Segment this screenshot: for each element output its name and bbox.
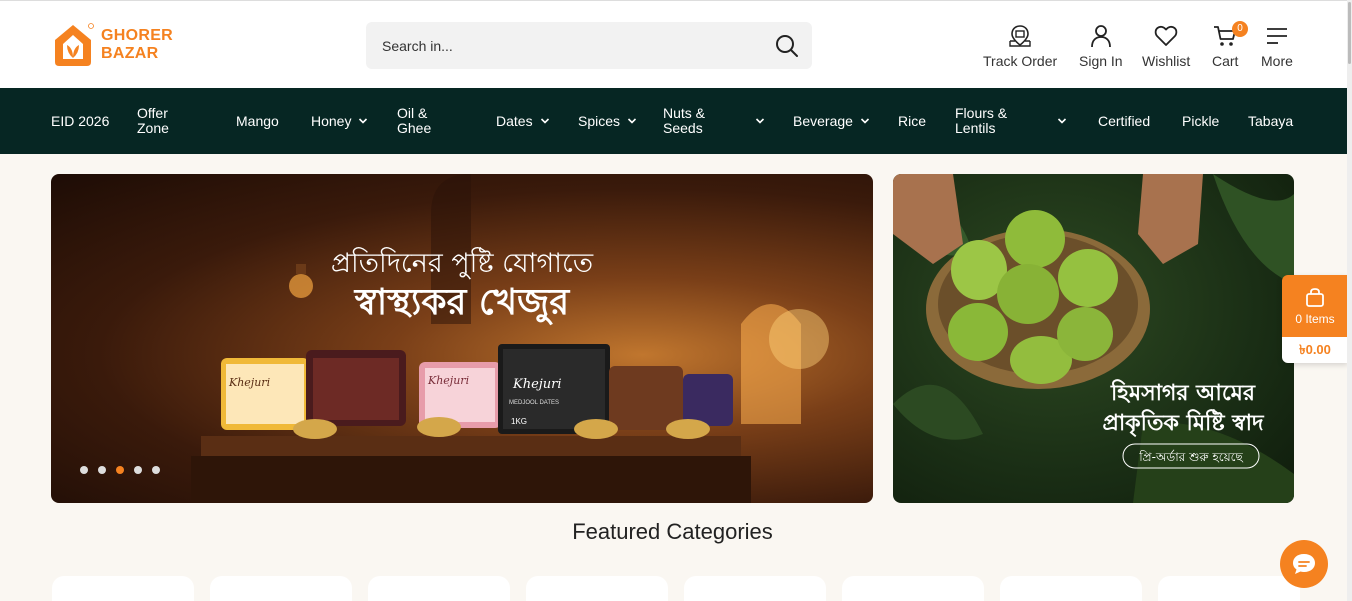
track-order-button[interactable]: Track Order (983, 23, 1057, 69)
nav-item-pickle[interactable]: Pickle (1182, 88, 1219, 154)
shopping-bag-icon (1306, 287, 1324, 307)
mango-basket-image: হিমসাগর আমের প্রাকৃতিক মিষ্টি স্বাদ প্রি… (893, 174, 1294, 503)
hero-headline-2: স্বাস্থ্যকর খেজুর (353, 282, 571, 325)
chevron-down-icon (540, 118, 549, 124)
sign-in-label: Sign In (1079, 53, 1123, 69)
more-button[interactable]: More (1261, 23, 1293, 69)
site-header: GHORER BAZAR Track Order Sign In Wishlis… (0, 0, 1352, 88)
page-scrollbar[interactable] (1347, 0, 1352, 601)
mango-headline-2: প্রাকৃতিক মিষ্টি স্বাদ (1102, 409, 1264, 437)
nav-item-honey[interactable]: Honey (311, 88, 368, 154)
track-order-icon (1009, 25, 1031, 47)
category-card[interactable] (210, 576, 352, 601)
user-icon (1090, 25, 1111, 48)
nav-item-label: Offer Zone (137, 105, 169, 136)
nav-item-label: Dates (496, 112, 533, 129)
mango-headline-1: হিমসাগর আমের (1110, 379, 1256, 406)
chevron-down-icon (1057, 118, 1067, 124)
nav-item-label: Beverage (793, 112, 853, 129)
chevron-down-icon (359, 118, 368, 124)
heart-icon (1154, 25, 1178, 46)
nav-item-nuts-seeds[interactable]: Nuts & Seeds (663, 88, 773, 154)
nav-item-label: Honey (311, 112, 352, 129)
logo-line-2: BAZAR (101, 45, 159, 62)
logo-text: GHORER BAZAR (101, 27, 173, 63)
slider-dot[interactable] (134, 466, 142, 474)
product-weight: 1KG (511, 417, 527, 426)
chat-icon (1293, 554, 1315, 574)
nav-item-tabaya[interactable]: Tabaya (1248, 88, 1293, 154)
sign-in-button[interactable]: Sign In (1079, 23, 1123, 69)
wishlist-button[interactable]: Wishlist (1142, 23, 1190, 69)
floating-cart-items: 0 Items (1295, 311, 1335, 326)
menu-icon (1266, 28, 1287, 44)
floating-cart[interactable]: 0 Items ৳0.00 (1282, 275, 1348, 363)
chat-button[interactable] (1280, 540, 1328, 588)
slider-dot-active[interactable] (116, 466, 124, 474)
mango-preorder-tag: প্রি-অর্ডার শুরু হয়েছে (1138, 450, 1243, 464)
hero-slider[interactable]: Khejuri Khejuri Khejuri MEDJOOL DATES 1K… (51, 174, 873, 503)
hero-dates-image: Khejuri Khejuri Khejuri MEDJOOL DATES 1K… (191, 174, 829, 503)
nav-item-certified[interactable]: Certified (1098, 88, 1150, 154)
nav-item-spices[interactable]: Spices (578, 88, 637, 154)
nav-item-beverage[interactable]: Beverage (793, 88, 870, 154)
cart-label: Cart (1212, 53, 1239, 69)
nav-item-mango[interactable]: Mango (236, 88, 279, 154)
nav-item-eid-2026[interactable]: EID 2026 (51, 88, 111, 154)
search-bar (366, 22, 812, 69)
product-brand-2: Khejuri (427, 374, 469, 387)
nav-item-rice[interactable]: Rice (898, 88, 926, 154)
nav-item-offer-zone[interactable]: Offer Zone (137, 88, 197, 154)
hero-headline-1: প্রতিদিনের পুষ্টি যোগাতে (331, 247, 594, 279)
search-icon[interactable] (774, 33, 800, 59)
nav-item-label: Spices (578, 112, 621, 129)
track-order-label: Track Order (983, 53, 1058, 69)
category-card[interactable] (368, 576, 510, 601)
slider-dot[interactable] (98, 466, 106, 474)
category-card[interactable] (1000, 576, 1142, 601)
wishlist-label: Wishlist (1142, 53, 1191, 69)
category-card[interactable] (842, 576, 984, 601)
nav-item-label: EID 2026 (51, 112, 110, 129)
slider-dot[interactable] (80, 466, 88, 474)
logo-line-1: GHORER (101, 27, 174, 44)
chevron-down-icon (755, 118, 765, 124)
product-brand-3: Khejuri (512, 377, 562, 392)
category-nav: EID 2026 Offer Zone Mango Honey Oil & Gh… (0, 88, 1352, 154)
featured-categories-title: Featured Categories (572, 519, 773, 544)
category-card[interactable] (1158, 576, 1300, 601)
nav-item-label: Nuts & Seeds (663, 105, 706, 136)
logo-house-icon (51, 22, 95, 68)
nav-item-label: Rice (898, 112, 927, 129)
chevron-down-icon (627, 118, 637, 124)
scrollbar-thumb[interactable] (1348, 2, 1351, 64)
category-card[interactable] (526, 576, 668, 601)
floating-cart-total: ৳0.00 (1282, 337, 1348, 363)
nav-item-label: Certified (1098, 112, 1151, 129)
chevron-down-icon (860, 118, 870, 124)
nav-item-flours-lentils[interactable]: Flours & Lentils (955, 88, 1070, 154)
cart-count-badge: 0 (1232, 21, 1248, 37)
category-card[interactable] (52, 576, 194, 601)
nav-item-dates[interactable]: Dates (496, 88, 550, 154)
nav-item-label: Mango (236, 112, 279, 129)
nav-item-label: Pickle (1182, 112, 1220, 129)
product-brand-1: Khejuri (228, 376, 270, 389)
cart-button[interactable]: 0 Cart (1212, 21, 1248, 69)
mango-promo-banner[interactable]: হিমসাগর আমের প্রাকৃতিক মিষ্টি স্বাদ প্রি… (893, 174, 1294, 503)
search-input[interactable] (382, 22, 762, 69)
product-name: MEDJOOL DATES (509, 400, 559, 406)
nav-item-label: Flours & Lentils (955, 105, 1008, 136)
featured-categories-list (52, 576, 1300, 601)
nav-item-oil-ghee[interactable]: Oil & Ghee (397, 88, 442, 154)
category-card[interactable] (684, 576, 826, 601)
floating-cart-summary: 0 Items (1282, 275, 1348, 337)
slider-dot[interactable] (152, 466, 160, 474)
logo[interactable]: GHORER BAZAR (51, 21, 181, 69)
nav-item-label: Oil & Ghee (397, 105, 432, 136)
nav-item-label: Tabaya (1248, 112, 1294, 129)
more-label: More (1261, 53, 1293, 69)
slider-dots (80, 466, 160, 474)
